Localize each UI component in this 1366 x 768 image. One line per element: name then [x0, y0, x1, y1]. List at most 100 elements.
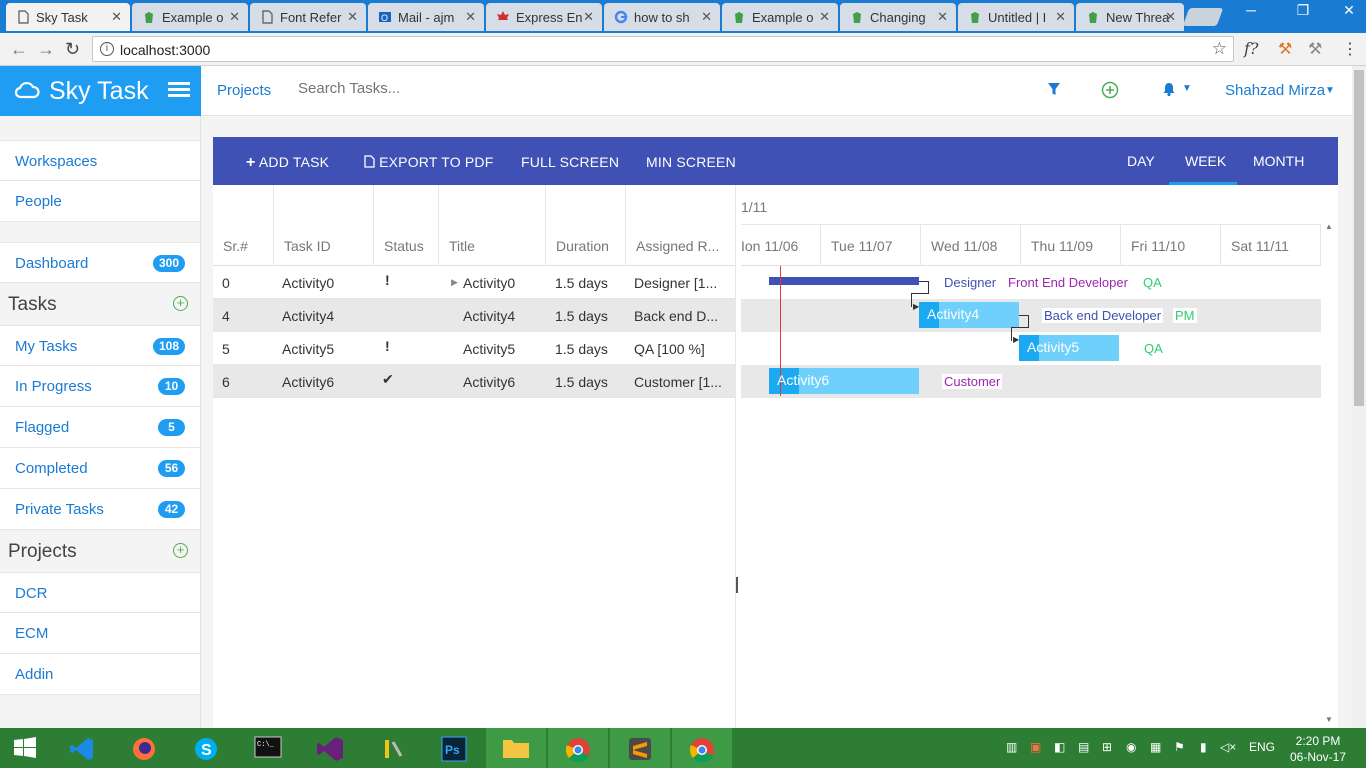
system-clock[interactable]: 2:20 PM 06-Nov-17 [1286, 733, 1350, 765]
forward-icon[interactable]: → [37, 39, 55, 60]
browser-tab[interactable]: Font Refer ✕ [250, 3, 366, 31]
scroll-down-icon[interactable]: ▼ [1325, 715, 1333, 724]
browser-tab[interactable]: how to sh ✕ [604, 3, 720, 31]
url-text[interactable]: localhost:3000 [120, 42, 210, 58]
back-icon[interactable]: ← [10, 39, 28, 60]
bookmark-star-icon[interactable]: ☆ [1212, 39, 1227, 59]
task-bar[interactable]: Activity5 [1019, 335, 1119, 361]
close-icon[interactable]: ✕ [701, 9, 712, 25]
browser-tab[interactable]: Express En ✕ [486, 3, 602, 31]
column-header-duration[interactable]: Duration [546, 185, 626, 266]
view-day-tab[interactable]: DAY [1127, 153, 1155, 169]
add-project-icon[interactable]: + [173, 543, 188, 558]
firefox-icon[interactable] [114, 728, 174, 768]
timeline-scrollbar[interactable]: ▲ ▼ [1321, 218, 1338, 728]
filter-icon[interactable] [1047, 81, 1061, 97]
chrome-icon[interactable] [672, 728, 732, 768]
full-screen-button[interactable]: FULL SCREEN [521, 154, 619, 170]
sidebar-item-project-addin[interactable]: Addin [0, 654, 200, 695]
sidebar-item-in-progress[interactable]: In Progress 10 [0, 366, 200, 407]
view-month-tab[interactable]: MONTH [1253, 153, 1304, 169]
close-icon[interactable]: ✕ [1055, 9, 1066, 25]
sidebar-item-project-ecm[interactable]: ECM [0, 613, 200, 654]
browser-tab[interactable]: Sky Task ✕ [6, 3, 130, 31]
command-prompt-icon[interactable]: C:\_ [238, 728, 298, 768]
table-row[interactable]: 6 Activity6 ✔ Activity6 1.5 days Custome… [213, 365, 735, 398]
extension-icon[interactable]: ⚒ [1308, 39, 1322, 59]
close-icon[interactable]: ✕ [347, 9, 358, 25]
close-icon[interactable]: ✕ [465, 9, 476, 25]
battery-icon[interactable]: ▮ [1200, 740, 1207, 754]
add-task-icon[interactable]: + [173, 296, 188, 311]
tray-icon[interactable]: ▣ [1030, 740, 1041, 754]
network-tray-icon[interactable]: ⊞ [1102, 740, 1112, 754]
add-circle-icon[interactable] [1101, 81, 1119, 99]
extension-icon[interactable]: ⚒ [1278, 39, 1292, 59]
volume-icon[interactable]: ◁× [1220, 740, 1236, 754]
new-tab-button[interactable] [1182, 8, 1224, 26]
table-row[interactable]: 5 Activity5 ! Activity5 1.5 days QA [100… [213, 332, 735, 365]
nav-projects-link[interactable]: Projects [217, 82, 271, 99]
language-indicator[interactable]: ENG [1249, 740, 1275, 754]
file-explorer-icon[interactable] [486, 728, 546, 768]
browser-tab[interactable]: O Mail - ajm ✕ [368, 3, 484, 31]
add-task-button[interactable]: + ADD TASK [246, 154, 329, 172]
minimize-icon[interactable]: ─ [1236, 2, 1266, 18]
font-finder-extension-icon[interactable]: f? [1244, 39, 1259, 58]
tray-icon[interactable]: ▥ [1006, 740, 1017, 754]
table-row[interactable]: 0 Activity0 ! ▶ Activity0 1.5 days Desig… [213, 266, 735, 299]
bell-icon[interactable] [1162, 81, 1176, 97]
view-week-tab[interactable]: WEEK [1185, 153, 1226, 169]
skype-icon[interactable]: S [176, 728, 236, 768]
min-screen-button[interactable]: MIN SCREEN [646, 154, 736, 170]
splitter-handle[interactable] [736, 577, 738, 593]
close-icon[interactable]: ✕ [583, 9, 594, 25]
sidebar-item-project-dcr[interactable]: DCR [0, 572, 200, 613]
hamburger-menu-icon[interactable] [168, 82, 190, 98]
close-window-icon[interactable]: ✕ [1334, 2, 1364, 19]
sidebar-item-flagged[interactable]: Flagged 5 [0, 407, 200, 448]
sidebar-item-dashboard[interactable]: Dashboard 300 [0, 242, 200, 283]
table-row[interactable]: 4 Activity4 Activity4 1.5 days Back end … [213, 299, 735, 332]
scroll-up-icon[interactable]: ▲ [1325, 222, 1333, 231]
menu-dots-icon[interactable]: ⋮ [1342, 39, 1358, 59]
close-icon[interactable]: ✕ [937, 9, 948, 25]
column-header-assigned[interactable]: Assigned R... [626, 185, 735, 266]
export-pdf-button[interactable]: EXPORT TO PDF [364, 154, 493, 170]
sidebar-item-private-tasks[interactable]: Private Tasks 42 [0, 489, 200, 530]
sidebar-item-completed[interactable]: Completed 56 [0, 448, 200, 489]
user-menu[interactable]: Shahzad Mirza [1225, 82, 1325, 99]
task-bar[interactable]: Activity6 [769, 368, 919, 394]
close-icon[interactable]: ✕ [229, 9, 240, 25]
close-icon[interactable]: ✕ [111, 9, 122, 25]
browser-tab[interactable]: Example o ✕ [722, 3, 838, 31]
expand-triangle-icon[interactable]: ▶ [451, 277, 458, 288]
info-icon[interactable]: i [100, 42, 114, 56]
sublime-text-icon[interactable] [610, 728, 670, 768]
tray-icon[interactable]: ▤ [1078, 740, 1089, 754]
chevron-down-icon[interactable]: ▼ [1325, 85, 1335, 96]
restore-icon[interactable]: ❐ [1288, 2, 1318, 19]
page-scrollbar[interactable] [1352, 66, 1366, 728]
task-bar[interactable]: Activity4 [919, 302, 1019, 328]
tray-icon[interactable]: ▦ [1150, 740, 1161, 754]
visual-studio-icon[interactable] [300, 728, 360, 768]
tools-icon[interactable] [362, 728, 422, 768]
close-icon[interactable]: ✕ [1165, 9, 1176, 25]
sidebar-item-people[interactable]: People [0, 181, 200, 222]
chevron-down-icon[interactable]: ▼ [1182, 83, 1192, 94]
column-header-sr[interactable]: Sr.# [213, 185, 274, 266]
tray-icon[interactable]: ◉ [1126, 740, 1136, 754]
scrollbar-thumb[interactable] [1354, 70, 1364, 406]
tray-icon[interactable]: ◧ [1054, 740, 1065, 754]
column-header-status[interactable]: Status [374, 185, 439, 266]
close-icon[interactable]: ✕ [819, 9, 830, 25]
windows-start-icon[interactable] [0, 728, 50, 768]
reload-icon[interactable]: ↻ [65, 39, 80, 60]
chrome-icon[interactable] [548, 728, 608, 768]
browser-tab[interactable]: Changing ✕ [840, 3, 956, 31]
search-input[interactable] [298, 80, 598, 97]
column-header-task-id[interactable]: Task ID [274, 185, 374, 266]
sidebar-item-my-tasks[interactable]: My Tasks 108 [0, 325, 200, 366]
url-field[interactable]: i localhost:3000 ☆ [92, 36, 1234, 62]
